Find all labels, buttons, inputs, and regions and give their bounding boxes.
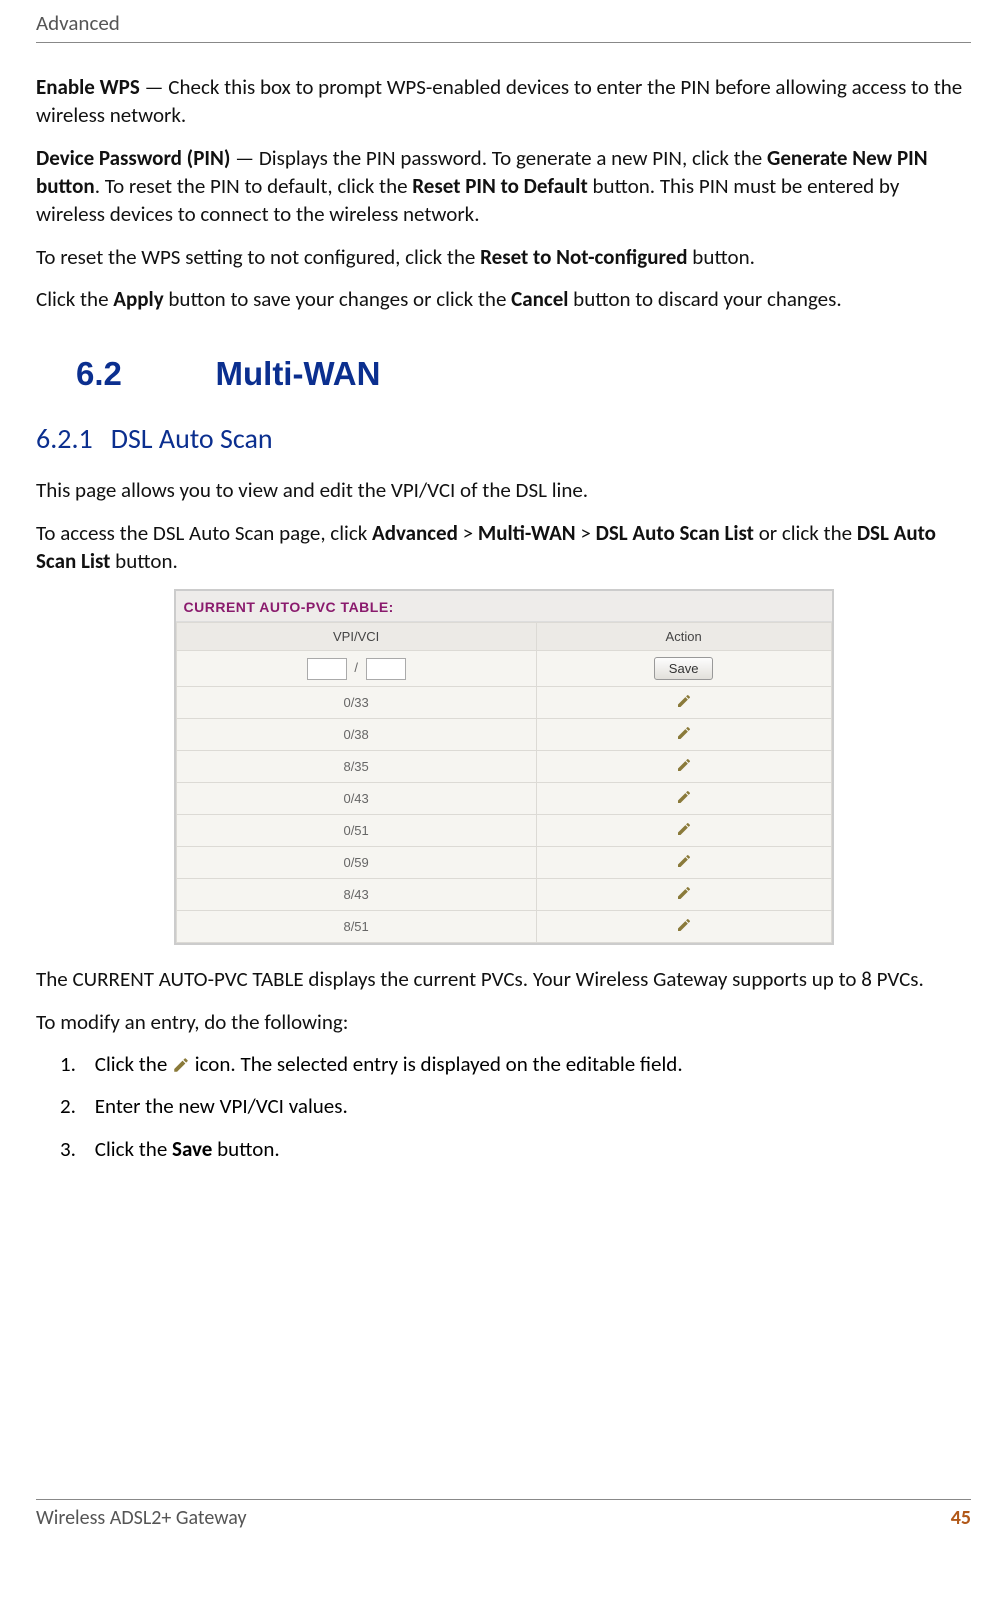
section-number: 6.2: [76, 355, 122, 392]
subsection-number: 6.2.1: [36, 421, 93, 456]
breadcrumb-advanced: Advanced: [372, 520, 458, 546]
pvc-table: VPI/VCI Action / Save: [176, 622, 832, 943]
edit-icon[interactable]: [676, 761, 692, 776]
subsection-title: DSL Auto Scan: [111, 421, 273, 456]
table-row: 8/35: [176, 751, 831, 783]
table-row: 8/51: [176, 911, 831, 943]
text: button.: [688, 244, 755, 270]
edit-icon[interactable]: [676, 697, 692, 712]
text: >: [576, 520, 596, 546]
text: button.: [110, 548, 177, 574]
step-2: 2. Enter the new VPI/VCI values.: [60, 1092, 971, 1120]
term-device-password: Device Password (PIN): [36, 145, 230, 171]
text: Click the: [95, 1051, 172, 1077]
table-row: 8/43: [176, 879, 831, 911]
text: button to discard your changes.: [568, 286, 841, 312]
edit-icon[interactable]: [676, 793, 692, 808]
text: — Check this box to prompt WPS-enabled d…: [36, 74, 962, 128]
pvc-edit-row: / Save: [176, 651, 831, 687]
page-header: Advanced: [36, 10, 971, 43]
paragraph-modify-entry: To modify an entry, do the following:: [36, 1008, 971, 1036]
step-3: 3. Click the Save button.: [60, 1135, 971, 1163]
footer-product: Wireless ADSL2+ Gateway: [36, 1506, 247, 1530]
term-cancel: Cancel: [511, 286, 568, 312]
term-reset-not-configured: Reset to Not-configured: [480, 244, 687, 270]
text: To reset the WPS setting to not configur…: [36, 244, 480, 270]
pvc-value: 0/51: [176, 815, 536, 847]
term-save: Save: [172, 1136, 212, 1162]
save-button[interactable]: Save: [654, 657, 714, 680]
breadcrumb-multiwan: Multi-WAN: [478, 520, 576, 546]
ordered-steps: 1. Click the icon. The selected entry is…: [60, 1050, 971, 1163]
pvc-value: 8/43: [176, 879, 536, 911]
term-reset-pin-default: Reset PIN to Default: [412, 173, 587, 199]
paragraph-apply-cancel: Click the Apply button to save your chan…: [36, 285, 971, 313]
section-title: Multi-WAN: [216, 355, 381, 392]
step-number: 2.: [60, 1092, 90, 1120]
text: button.: [212, 1136, 279, 1162]
slash-separator: /: [354, 660, 358, 675]
vpi-input[interactable]: [307, 658, 347, 680]
edit-icon[interactable]: [676, 857, 692, 872]
table-row: 0/33: [176, 687, 831, 719]
paragraph-pvc-support: The CURRENT AUTO-PVC TABLE displays the …: [36, 965, 971, 993]
step-number: 1.: [60, 1050, 90, 1078]
text: . To reset the PIN to default, click the: [95, 173, 413, 199]
text: Click the: [95, 1136, 172, 1162]
table-row: 0/43: [176, 783, 831, 815]
edit-icon: [172, 1051, 190, 1077]
section-heading: 6.2 Multi-WAN: [76, 355, 971, 393]
text: or click the: [754, 520, 857, 546]
subsection-heading: 6.2.1 DSL Auto Scan: [36, 421, 971, 456]
pvc-value: 0/59: [176, 847, 536, 879]
text: To access the DSL Auto Scan page, click: [36, 520, 372, 546]
breadcrumb-dsl-auto-scan-list: DSL Auto Scan List: [596, 520, 754, 546]
pvc-col-action: Action: [536, 623, 831, 651]
paragraph-dsl-access: To access the DSL Auto Scan page, click …: [36, 519, 971, 576]
step-1: 1. Click the icon. The selected entry is…: [60, 1050, 971, 1078]
text: button to save your changes or click the: [164, 286, 512, 312]
edit-icon[interactable]: [676, 825, 692, 840]
vci-input[interactable]: [366, 658, 406, 680]
pvc-value: 0/33: [176, 687, 536, 719]
paragraph-enable-wps: Enable WPS — Check this box to prompt WP…: [36, 73, 971, 130]
pvc-value: 8/51: [176, 911, 536, 943]
pvc-table-title: CURRENT AUTO-PVC TABLE:: [176, 591, 832, 622]
page-number: 45: [951, 1506, 971, 1530]
table-row: 0/51: [176, 815, 831, 847]
term-apply: Apply: [113, 286, 163, 312]
edit-icon[interactable]: [676, 729, 692, 744]
paragraph-reset-wps: To reset the WPS setting to not configur…: [36, 243, 971, 271]
paragraph-device-password: Device Password (PIN) — Displays the PIN…: [36, 144, 971, 229]
pvc-value: 0/38: [176, 719, 536, 751]
text: Enter the new VPI/VCI values.: [95, 1093, 348, 1119]
text: icon. The selected entry is displayed on…: [190, 1051, 683, 1077]
pvc-value: 0/43: [176, 783, 536, 815]
text: Click the: [36, 286, 113, 312]
pvc-value: 8/35: [176, 751, 536, 783]
table-row: 0/38: [176, 719, 831, 751]
edit-icon[interactable]: [676, 921, 692, 936]
screenshot-pvc-table: CURRENT AUTO-PVC TABLE: VPI/VCI Action /: [174, 589, 834, 945]
step-number: 3.: [60, 1135, 90, 1163]
pvc-col-vpivci: VPI/VCI: [176, 623, 536, 651]
text: >: [458, 520, 478, 546]
page-footer: Wireless ADSL2+ Gateway 45: [36, 1499, 971, 1530]
text: — Displays the PIN password. To generate…: [230, 145, 767, 171]
table-row: 0/59: [176, 847, 831, 879]
edit-icon[interactable]: [676, 889, 692, 904]
term-enable-wps: Enable WPS: [36, 74, 140, 100]
paragraph-dsl-intro: This page allows you to view and edit th…: [36, 476, 971, 504]
